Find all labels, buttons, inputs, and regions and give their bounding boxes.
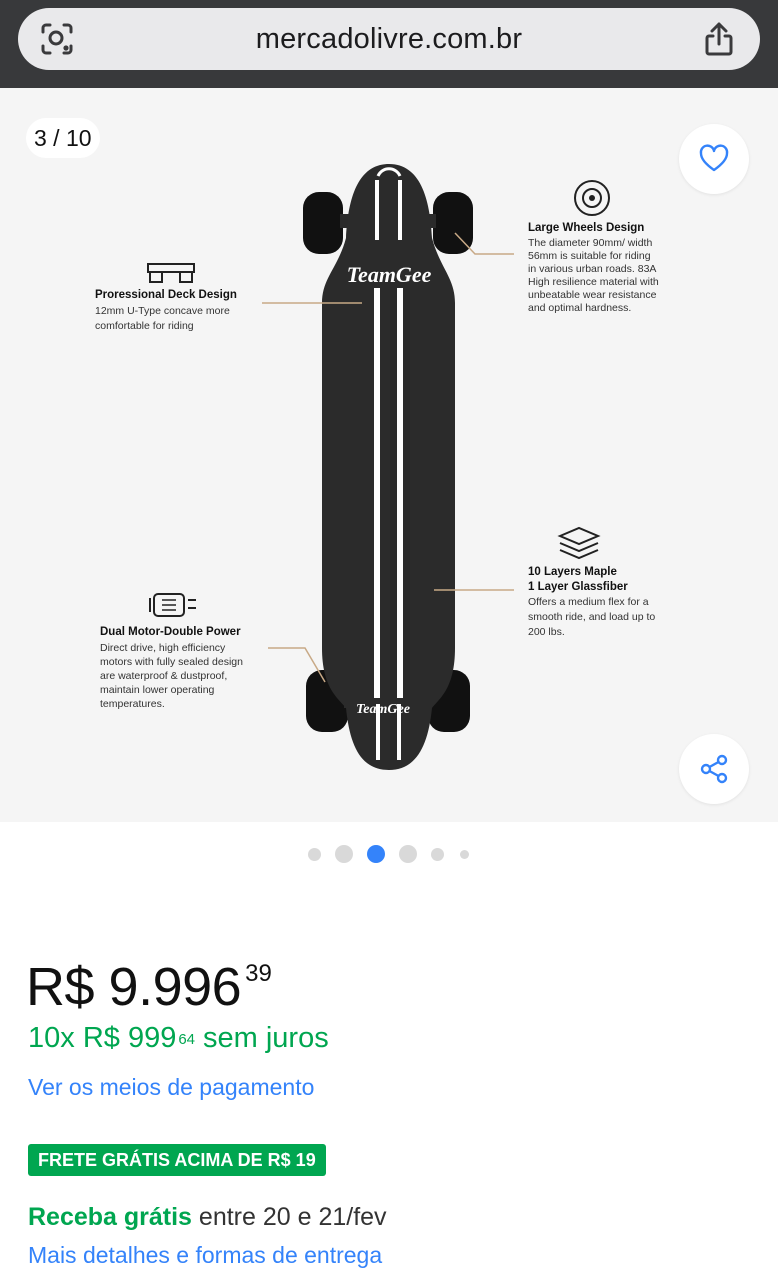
- feature-motor: Dual Motor-Double Power Direct drive, hi…: [100, 593, 243, 710]
- svg-text:maintain lower operating: maintain lower operating: [100, 684, 215, 696]
- feature-deck: Proressional Deck Design 12mm U-Type con…: [95, 263, 237, 332]
- favorite-button[interactable]: [679, 124, 749, 194]
- svg-text:are waterproof & dustproof,: are waterproof & dustproof,: [100, 670, 227, 682]
- pagination-dot[interactable]: [431, 848, 444, 861]
- svg-text:12mm U-Type concave more: 12mm U-Type concave more: [95, 305, 230, 317]
- svg-text:56mm is suitable for riding: 56mm is suitable for riding: [528, 250, 651, 262]
- deck-stripe-right: [397, 288, 403, 698]
- feature-wheels: Large Wheels Design The diameter 90mm/ w…: [528, 180, 659, 314]
- pagination-dot[interactable]: [308, 848, 321, 861]
- svg-text:Dual Motor-Double Power: Dual Motor-Double Power: [100, 626, 241, 638]
- payment-methods-link[interactable]: Ver os meios de pagamento: [28, 1072, 314, 1102]
- svg-text:200 lbs.: 200 lbs.: [528, 626, 565, 638]
- pagination-dot[interactable]: [399, 845, 417, 863]
- share-network-icon: [700, 754, 728, 784]
- share-button[interactable]: [679, 734, 749, 804]
- svg-text:The diameter 90mm/ width: The diameter 90mm/ width: [528, 237, 652, 249]
- gallery-pagination: [0, 842, 778, 866]
- browser-toolbar: mercadolivre.com.br: [0, 0, 778, 88]
- installments-cents: 64: [178, 1031, 196, 1048]
- pagination-dot-active[interactable]: [367, 845, 385, 863]
- installments-prefix: 10x R$ 999: [28, 1022, 177, 1054]
- truck-icon: [147, 263, 195, 283]
- svg-text:Proressional Deck Design: Proressional Deck Design: [95, 289, 237, 301]
- price-main: R$ 9.996: [26, 957, 242, 1017]
- svg-text:Offers a medium flex for a: Offers a medium flex for a: [528, 596, 649, 608]
- url-text[interactable]: mercadolivre.com.br: [18, 8, 760, 70]
- svg-text:motors with fully sealed desig: motors with fully sealed design: [100, 656, 243, 668]
- svg-text:smooth ride, and load up to: smooth ride, and load up to: [528, 611, 655, 623]
- wheel-front-left: [303, 192, 343, 254]
- product-image[interactable]: TeamGee TeamGee Proressional Deck Design…: [0, 88, 778, 822]
- share-icon[interactable]: [702, 20, 736, 58]
- delivery-dates: entre 20 e 21/fev: [198, 1203, 387, 1231]
- svg-text:10 Layers Maple: 10 Layers Maple: [528, 566, 617, 578]
- layers-icon: [557, 526, 601, 560]
- brand-logo: TeamGee: [347, 262, 432, 287]
- svg-text:and optimal hardness.: and optimal hardness.: [528, 302, 631, 314]
- svg-text:Direct drive, high efficiency: Direct drive, high efficiency: [100, 642, 226, 654]
- pagination-dot[interactable]: [335, 845, 353, 863]
- price-cents: 39: [245, 960, 272, 987]
- product-price: R$ 9.996 39: [26, 952, 272, 1022]
- motor-icon: [149, 593, 196, 617]
- skateboard-deck: [322, 164, 455, 770]
- svg-text:unbeatable wear resistance: unbeatable wear resistance: [528, 289, 657, 301]
- svg-text:temperatures.: temperatures.: [100, 698, 165, 710]
- wheel-icon: [574, 180, 610, 216]
- svg-text:High resilience material with: High resilience material with: [528, 276, 659, 288]
- brand-logo-tail: TeamGee: [356, 702, 410, 717]
- product-gallery[interactable]: TeamGee TeamGee Proressional Deck Design…: [0, 88, 778, 822]
- svg-text:1 Layer Glassfiber: 1 Layer Glassfiber: [528, 581, 628, 593]
- pagination-dot[interactable]: [460, 850, 469, 859]
- installments: 10x R$ 999 64 sem juros: [28, 1018, 329, 1058]
- svg-text:Large Wheels Design: Large Wheels Design: [528, 222, 644, 234]
- deck-stripe-left: [374, 288, 380, 698]
- feature-layers: 10 Layers Maple 1 Layer Glassfiber Offer…: [528, 526, 655, 638]
- delivery-estimate: Receba grátis entre 20 e 21/fev: [28, 1200, 387, 1234]
- heart-icon: [699, 144, 729, 172]
- delivery-highlight: Receba grátis: [28, 1203, 192, 1231]
- delivery-details-link[interactable]: Mais detalhes e formas de entrega: [28, 1240, 382, 1270]
- installments-suffix: sem juros: [203, 1022, 329, 1054]
- address-bar[interactable]: mercadolivre.com.br: [18, 8, 760, 70]
- svg-text:comfortable for riding: comfortable for riding: [95, 320, 194, 332]
- image-counter: 3 / 10: [26, 118, 100, 158]
- svg-text:in various urban roads. 83A: in various urban roads. 83A: [528, 263, 656, 275]
- free-shipping-badge: FRETE GRÁTIS ACIMA DE R$ 19: [28, 1144, 326, 1176]
